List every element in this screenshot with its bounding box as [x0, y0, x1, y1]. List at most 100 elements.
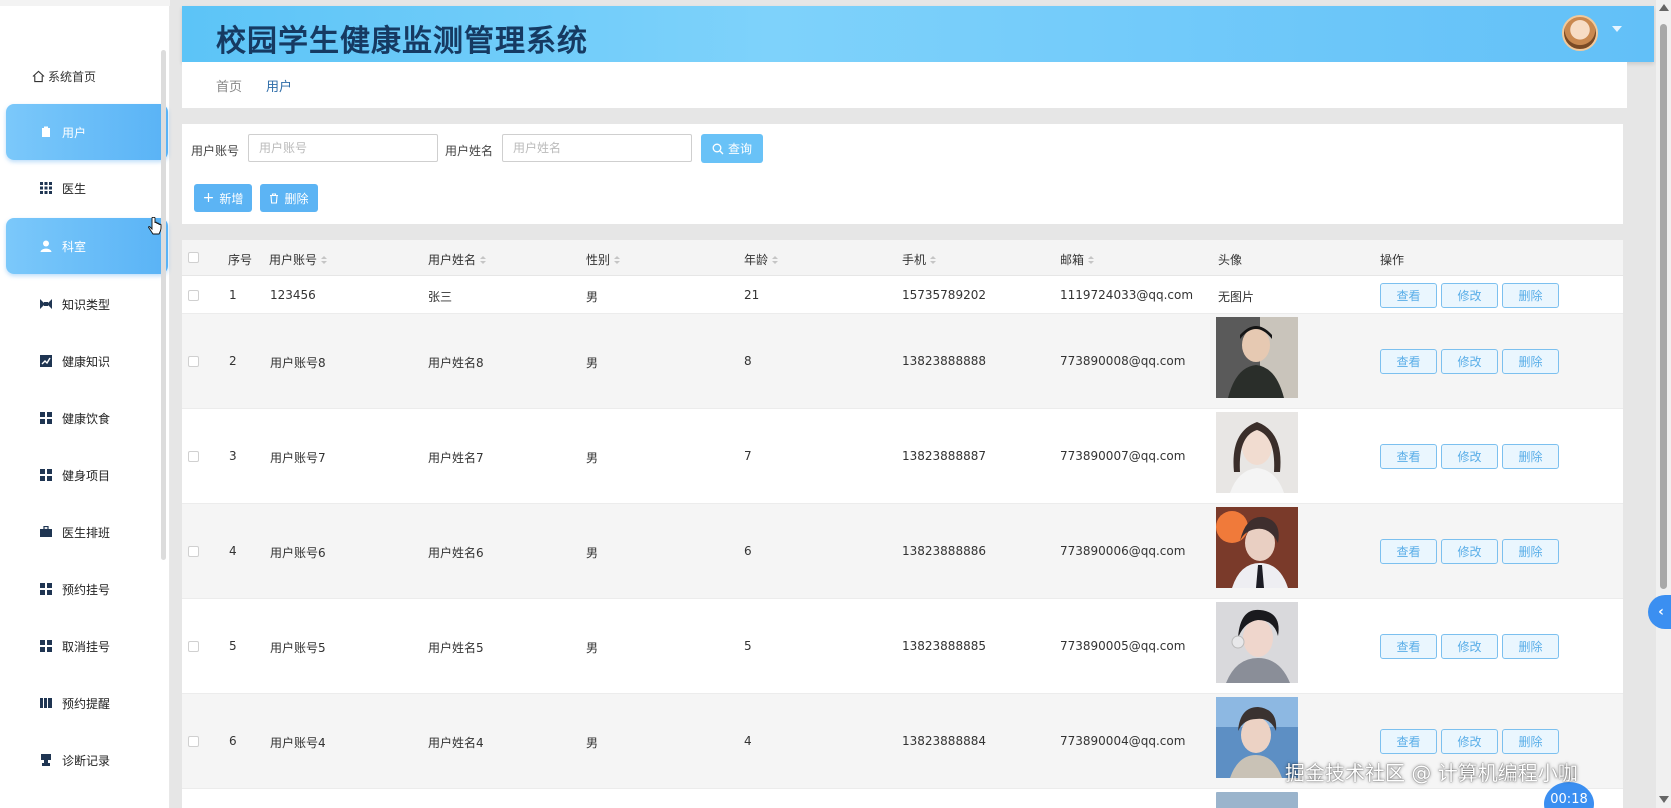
cell-index: 1	[229, 288, 237, 302]
sort-icon	[772, 255, 779, 264]
account-label: 用户账号	[191, 144, 240, 158]
sidebar-item-cancel-appointments[interactable]: 取消挂号	[6, 618, 168, 674]
column-gender[interactable]: 性别	[586, 251, 621, 268]
column-avatar: 头像	[1218, 253, 1243, 267]
sidebar-item-label: 知识类型	[62, 297, 111, 312]
sidebar-item-label: 预约挂号	[62, 582, 111, 597]
avatar[interactable]	[1562, 15, 1598, 51]
chevron-down-icon[interactable]	[1612, 26, 1622, 32]
table-row	[182, 789, 1623, 808]
cell-account: 用户账号8	[270, 356, 326, 370]
cell-email: 773890005@qq.com	[1060, 639, 1186, 653]
search-button[interactable]: 查询	[701, 134, 763, 163]
collapse-panel-button[interactable]: ‹	[1648, 595, 1671, 629]
page-scrollbar[interactable]	[1656, 0, 1671, 808]
delete-row-button[interactable]: 删除	[1502, 283, 1559, 308]
avatar-photo	[1216, 507, 1298, 588]
cell-gender: 男	[586, 641, 599, 655]
scrollbar-thumb[interactable]	[1660, 24, 1667, 589]
view-button[interactable]: 查看	[1380, 539, 1437, 564]
delete-row-button[interactable]: 删除	[1502, 349, 1559, 374]
edit-button[interactable]: 修改	[1441, 539, 1498, 564]
edit-button[interactable]: 修改	[1441, 729, 1498, 754]
cell-index: 4	[229, 544, 237, 558]
cell-index: 6	[229, 734, 237, 748]
delete-button[interactable]: 删除	[260, 184, 318, 212]
cell-gender: 男	[586, 546, 599, 560]
cell-phone: 13823888887	[902, 449, 986, 463]
cell-phone: 13823888886	[902, 544, 986, 558]
sidebar-item-label: 诊断记录	[62, 753, 111, 768]
scroll-down-icon[interactable]	[1659, 796, 1669, 803]
view-button[interactable]: 查看	[1380, 349, 1437, 374]
search-button-label: 查询	[727, 142, 752, 156]
sidebar-item-reminders[interactable]: 预约提醒	[6, 675, 168, 731]
cell-age: 5	[744, 639, 752, 653]
cell-name: 用户姓名8	[428, 356, 484, 370]
edit-button[interactable]: 修改	[1441, 634, 1498, 659]
edit-button[interactable]: 修改	[1441, 283, 1498, 308]
briefcase-icon	[40, 525, 52, 538]
trash-icon	[270, 192, 279, 204]
column-email[interactable]: 邮箱	[1060, 251, 1095, 268]
cell-age: 7	[744, 449, 752, 463]
select-all-checkbox[interactable]	[188, 252, 199, 263]
column-name[interactable]: 用户姓名	[428, 251, 487, 268]
sort-icon	[321, 255, 328, 264]
sidebar-item-appointments[interactable]: 预约挂号	[6, 561, 168, 617]
view-button[interactable]: 查看	[1380, 634, 1437, 659]
grid-icon	[40, 583, 52, 595]
sidebar-item-label: 预约提醒	[62, 696, 111, 711]
table-row: 3 用户账号7 用户姓名7 男 7 13823888887 773890007@…	[182, 409, 1623, 504]
sidebar-item-fitness[interactable]: 健身项目	[6, 447, 168, 503]
sidebar-item-label: 系统首页	[48, 70, 97, 84]
cell-gender: 男	[586, 736, 599, 750]
sidebar-item-diagnosis-records[interactable]: 诊断记录	[6, 732, 168, 788]
row-checkbox[interactable]	[188, 451, 199, 462]
view-button[interactable]: 查看	[1380, 729, 1437, 754]
breadcrumb-home[interactable]: 首页	[216, 76, 242, 95]
sort-icon	[480, 255, 487, 264]
delete-row-button[interactable]: 删除	[1502, 729, 1559, 754]
delete-row-button[interactable]: 删除	[1502, 444, 1559, 469]
column-phone[interactable]: 手机	[902, 251, 937, 268]
users-table: 序号 用户账号 用户姓名 性别 年龄 手机 邮箱 头像 操作 1 123456 …	[182, 240, 1623, 808]
column-index: 序号	[228, 253, 253, 267]
name-search-input[interactable]	[502, 134, 692, 162]
column-age[interactable]: 年龄	[744, 251, 779, 268]
sidebar-item-doctors[interactable]: 医生	[6, 160, 168, 216]
row-checkbox[interactable]	[188, 641, 199, 652]
sidebar-scrollbar[interactable]	[161, 50, 166, 560]
view-button[interactable]: 查看	[1380, 283, 1437, 308]
row-actions: 查看 修改 删除	[1380, 283, 1559, 308]
delete-row-button[interactable]: 删除	[1502, 634, 1559, 659]
row-checkbox[interactable]	[188, 736, 199, 747]
sidebar-item-knowledge-types[interactable]: 知识类型	[6, 276, 168, 332]
sidebar: 系统首页 用户 医生 科室 知识类型 健康知识 健康饮食 健身项目 医生排班 预…	[0, 0, 170, 808]
edit-button[interactable]: 修改	[1441, 349, 1498, 374]
account-search-input[interactable]	[248, 134, 438, 162]
scroll-up-icon[interactable]	[1659, 4, 1669, 11]
cell-email: 1119724033@qq.com	[1060, 288, 1194, 302]
sidebar-item-home[interactable]: 系统首页	[32, 68, 96, 85]
sidebar-item-doctor-schedule[interactable]: 医生排班	[6, 504, 168, 560]
column-account[interactable]: 用户账号	[269, 251, 328, 268]
table-row: 1 123456 张三 男 21 15735789202 1119724033@…	[182, 277, 1623, 314]
breadcrumb: 首页 用户	[182, 62, 1627, 108]
cell-account: 用户账号6	[270, 546, 326, 560]
cell-age: 21	[744, 288, 760, 302]
row-checkbox[interactable]	[188, 546, 199, 557]
delete-row-button[interactable]: 删除	[1502, 539, 1559, 564]
sidebar-item-users[interactable]: 用户	[6, 104, 168, 160]
sidebar-item-health-knowledge[interactable]: 健康知识	[6, 333, 168, 389]
view-button[interactable]: 查看	[1380, 444, 1437, 469]
sort-icon	[614, 255, 621, 264]
row-checkbox[interactable]	[188, 356, 199, 367]
add-button[interactable]: + 新增	[194, 184, 252, 212]
edit-button[interactable]: 修改	[1441, 444, 1498, 469]
sidebar-item-departments[interactable]: 科室	[6, 218, 168, 274]
row-checkbox[interactable]	[188, 290, 199, 301]
cell-name: 张三	[428, 290, 453, 304]
search-panel: 用户账号 用户姓名 查询 + 新增 删除	[182, 124, 1623, 224]
sidebar-item-healthy-diet[interactable]: 健康饮食	[6, 390, 168, 446]
